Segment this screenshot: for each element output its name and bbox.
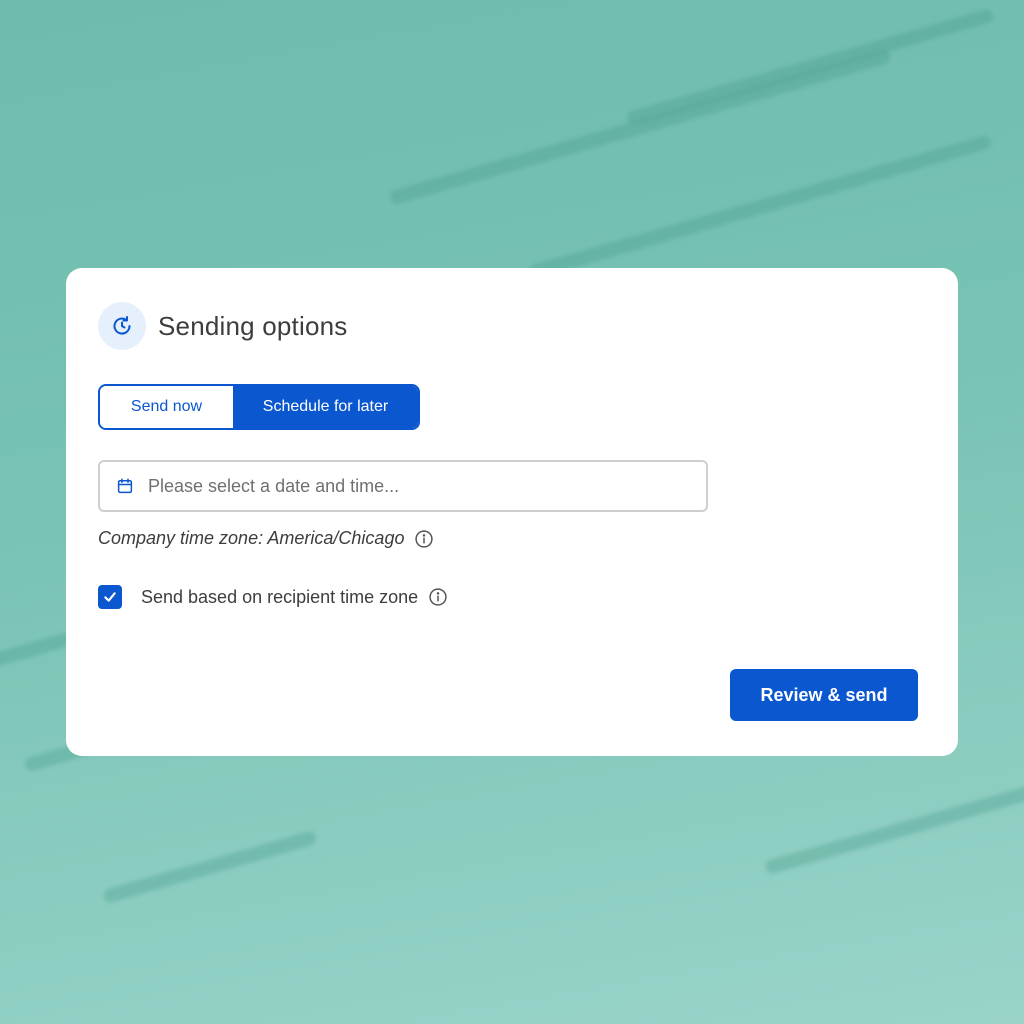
recipient-timezone-checkbox[interactable] bbox=[98, 585, 122, 609]
send-mode-toggle: Send now Schedule for later bbox=[98, 384, 420, 430]
info-icon[interactable] bbox=[428, 587, 448, 607]
company-timezone-row: Company time zone: America/Chicago bbox=[98, 528, 434, 549]
recipient-timezone-row: Send based on recipient time zone bbox=[98, 585, 448, 609]
checkmark-icon bbox=[104, 592, 116, 602]
clock-refresh-icon bbox=[98, 302, 146, 350]
company-timezone-text: Company time zone: America/Chicago bbox=[98, 528, 405, 548]
info-icon[interactable] bbox=[414, 529, 434, 549]
recipient-timezone-label: Send based on recipient time zone bbox=[141, 586, 419, 607]
calendar-icon bbox=[116, 477, 134, 495]
review-and-send-button[interactable]: Review & send bbox=[730, 669, 918, 721]
dialog-header: Sending options bbox=[98, 302, 347, 350]
date-time-field[interactable] bbox=[98, 460, 708, 512]
sending-options-card: Sending options Send now Schedule for la… bbox=[66, 268, 958, 756]
page-title: Sending options bbox=[158, 310, 348, 341]
schedule-for-later-button[interactable]: Schedule for later bbox=[233, 386, 418, 428]
send-now-button[interactable]: Send now bbox=[100, 386, 233, 428]
date-time-input[interactable] bbox=[146, 474, 670, 498]
